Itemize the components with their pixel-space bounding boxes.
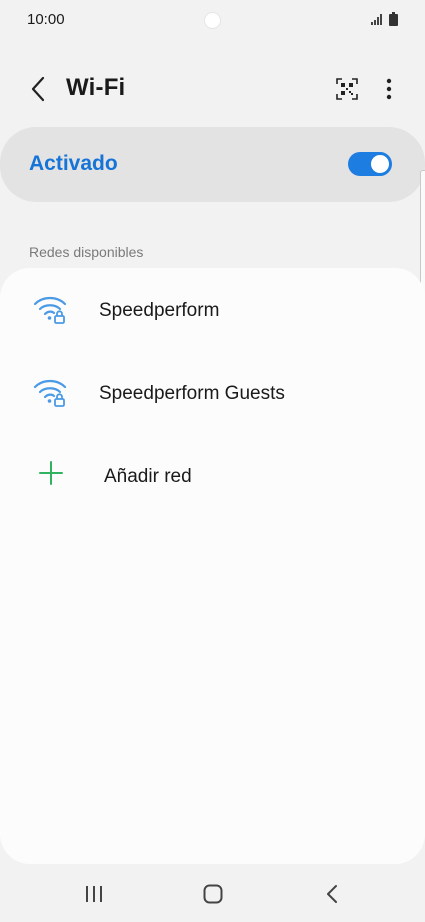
chevron-left-icon bbox=[31, 76, 45, 102]
wifi-toggle-row[interactable]: Activado bbox=[0, 127, 425, 202]
network-item[interactable]: Speedperform bbox=[0, 281, 425, 341]
status-bar: 10:00 bbox=[0, 0, 425, 40]
home-icon[interactable] bbox=[203, 884, 223, 904]
front-camera bbox=[204, 12, 221, 29]
more-options-button[interactable] bbox=[379, 77, 399, 101]
wifi-switch[interactable] bbox=[348, 152, 392, 176]
network-item[interactable]: Speedperform Guests bbox=[0, 364, 425, 424]
wifi-toggle-label: Activado bbox=[29, 152, 118, 175]
more-vertical-icon bbox=[386, 78, 392, 100]
wifi-switch-knob bbox=[369, 153, 391, 175]
network-list: Speedperform Speedperform Guests Añadir … bbox=[0, 268, 425, 864]
back-button[interactable] bbox=[24, 74, 52, 104]
navigation-bar bbox=[0, 866, 425, 922]
qr-scan-button[interactable] bbox=[335, 77, 359, 101]
add-network-button[interactable]: Añadir red bbox=[0, 447, 425, 507]
recent-apps-icon[interactable] bbox=[84, 885, 104, 903]
section-label-available-networks: Redes disponibles bbox=[29, 244, 144, 260]
battery-icon bbox=[389, 12, 398, 26]
network-name: Speedperform bbox=[99, 300, 220, 321]
network-name: Speedperform Guests bbox=[99, 383, 285, 404]
back-nav-icon[interactable] bbox=[325, 884, 339, 904]
plus-icon bbox=[39, 461, 63, 485]
app-header: Wi-Fi bbox=[0, 64, 425, 114]
phone-screen: 10:00 Wi-Fi Activado Redes disponibles S… bbox=[0, 0, 425, 922]
signal-icon bbox=[371, 14, 382, 25]
wifi-secured-icon bbox=[33, 379, 67, 407]
page-title: Wi-Fi bbox=[66, 74, 126, 101]
status-time: 10:00 bbox=[27, 11, 65, 28]
wifi-secured-icon bbox=[33, 296, 67, 324]
add-network-label: Añadir red bbox=[104, 466, 192, 487]
qr-code-icon bbox=[336, 78, 358, 100]
